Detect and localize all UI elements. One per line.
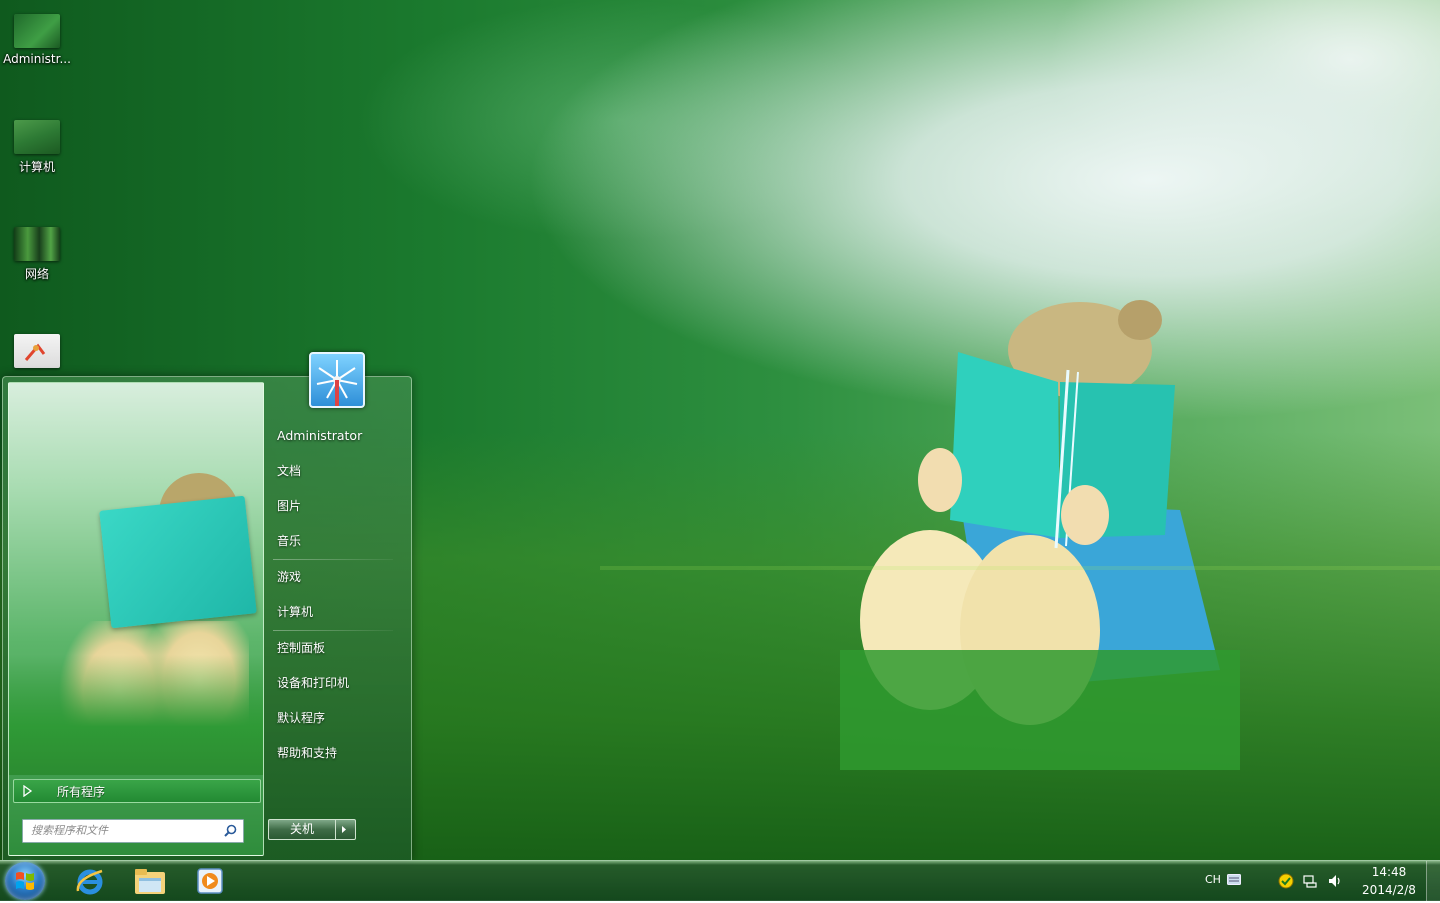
language-indicator[interactable]: CH [1205, 873, 1221, 886]
menu-item-control-panel[interactable]: 控制面板 [273, 637, 401, 672]
menu-item-default-programs[interactable]: 默认程序 [273, 707, 401, 742]
internet-explorer-icon [76, 869, 103, 895]
network-status-icon[interactable] [1303, 874, 1317, 888]
system-clock[interactable]: 14:48 2014/2/8 [1354, 863, 1424, 899]
notification-area: CH [1200, 861, 1350, 901]
all-programs-button[interactable]: 所有程序 [13, 779, 261, 803]
desktop-icon-administrator[interactable]: Administr... [0, 14, 74, 66]
desktop-icon-computer[interactable]: 计算机 [0, 120, 74, 175]
start-button[interactable] [5, 862, 45, 900]
desktop-icon-network[interactable]: 网络 [0, 227, 74, 282]
show-desktop-button[interactable] [1426, 861, 1440, 901]
folder-icon [135, 869, 165, 894]
computer-icon [14, 120, 60, 154]
clock-date: 2014/2/8 [1362, 883, 1416, 897]
menu-item-games[interactable]: 游戏 [273, 566, 401, 601]
search-input[interactable] [23, 820, 221, 840]
shutdown-options-arrow-icon[interactable] [339, 824, 349, 835]
desktop-icon-label: 网络 [24, 267, 49, 281]
taskbar: CH 14:48 2014/2/8 [0, 860, 1440, 901]
user-folder-icon [14, 14, 60, 48]
menu-separator [273, 559, 393, 560]
desktop-icon-recycle[interactable] [0, 334, 74, 372]
network-icon [14, 227, 60, 261]
search-box[interactable] [22, 819, 244, 843]
start-menu: 所有程序 Administrator 文档 图片 音乐 游戏 [2, 352, 412, 861]
taskbar-media-player-button[interactable] [188, 864, 232, 898]
windows-logo-icon [16, 872, 34, 890]
preview-book [99, 495, 257, 629]
desktop-icon-label: 计算机 [18, 160, 55, 174]
menu-item-documents[interactable]: 文档 [273, 460, 401, 495]
search-icon[interactable] [224, 824, 237, 837]
taskbar-ie-button[interactable] [68, 864, 112, 898]
start-menu-program-pane: 所有程序 [8, 382, 264, 856]
shutdown-label: 关机 [289, 822, 314, 836]
preview-grass [9, 655, 263, 775]
taskbar-explorer-button[interactable] [128, 864, 172, 898]
menu-separator [273, 630, 393, 631]
wallpaper-figure [840, 300, 1240, 770]
security-shield-icon[interactable] [1278, 873, 1294, 889]
menu-item-user[interactable]: Administrator [273, 425, 401, 460]
all-programs-label: 所有程序 [57, 784, 106, 799]
shutdown-divider [335, 820, 336, 839]
menu-item-devices-printers[interactable]: 设备和打印机 [273, 672, 401, 707]
clock-time: 14:48 [1371, 865, 1407, 879]
shutdown-button[interactable]: 关机 [268, 819, 356, 840]
user-avatar[interactable] [309, 352, 365, 408]
keyboard-icon[interactable] [1227, 874, 1241, 885]
menu-item-help-support[interactable]: 帮助和支持 [273, 742, 401, 777]
desktop-icon-label: Administr... [3, 52, 71, 66]
start-menu-places: Administrator 文档 图片 音乐 游戏 计算机 控制面板 设备和打印… [273, 425, 401, 777]
picture-icon [14, 334, 60, 368]
media-player-icon [197, 868, 223, 894]
volume-icon[interactable] [1328, 874, 1342, 888]
menu-item-pictures[interactable]: 图片 [273, 495, 401, 530]
